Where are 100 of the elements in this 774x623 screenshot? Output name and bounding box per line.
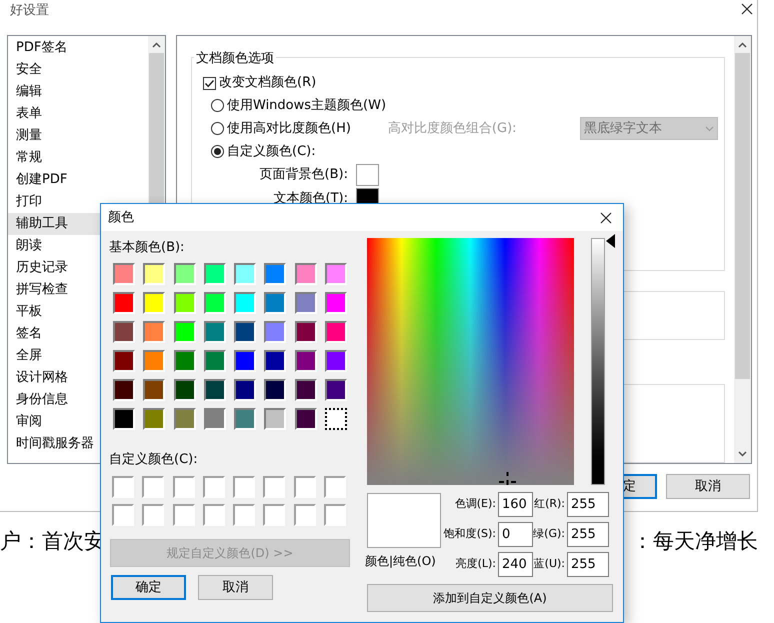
color-swatch[interactable] <box>113 350 135 372</box>
sidebar-item[interactable]: 安全 <box>8 59 148 81</box>
color-swatch[interactable] <box>113 263 135 285</box>
color-swatch[interactable] <box>264 321 286 343</box>
value-field[interactable]: 0 <box>498 522 533 547</box>
color-swatch[interactable] <box>204 321 226 343</box>
color-swatch[interactable] <box>174 379 196 401</box>
color-swatch[interactable] <box>143 379 166 401</box>
color-swatch[interactable] <box>324 379 347 401</box>
value-field[interactable]: 255 <box>567 492 609 517</box>
color-swatch[interactable] <box>264 408 286 430</box>
checkbox[interactable]: 改变文档颜色(R) <box>203 72 724 94</box>
color-swatch[interactable] <box>112 476 134 498</box>
color-swatch[interactable] <box>143 350 166 372</box>
color-swatch[interactable] <box>233 504 255 526</box>
color-swatch[interactable] <box>113 321 135 343</box>
color-swatch[interactable] <box>324 292 347 314</box>
color-swatch[interactable] <box>324 350 347 372</box>
color-swatch[interactable] <box>294 408 316 430</box>
color-swatch[interactable] <box>324 263 347 285</box>
color-swatch[interactable] <box>174 408 196 430</box>
color-swatch[interactable] <box>172 476 194 498</box>
color-swatch[interactable] <box>234 379 256 401</box>
radio-button[interactable]: 使用Windows主题颜色(W) <box>211 96 386 116</box>
value-field[interactable]: 240 <box>498 552 533 577</box>
color-swatch[interactable] <box>324 504 346 526</box>
color-swatch[interactable] <box>174 292 196 314</box>
color-swatch[interactable] <box>142 504 164 526</box>
close-icon[interactable] <box>600 212 612 224</box>
value-field[interactable]: 255 <box>567 522 609 547</box>
color-swatch[interactable] <box>234 350 256 372</box>
luminance-bar[interactable] <box>592 239 604 484</box>
color-swatch[interactable] <box>204 408 226 430</box>
color-swatch[interactable] <box>204 292 226 314</box>
color-swatch[interactable] <box>142 476 164 498</box>
field-label: 高对比度颜色组合(G): <box>388 120 518 138</box>
color-swatch[interactable] <box>143 292 166 314</box>
color-swatch[interactable] <box>263 504 286 526</box>
color-swatch[interactable] <box>294 379 316 401</box>
value-field[interactable]: 160 <box>498 492 533 517</box>
color-swatch[interactable] <box>204 263 226 285</box>
solid-color-label: 颜色|纯色(O) <box>365 553 437 570</box>
color-swatch[interactable] <box>324 321 347 343</box>
color-swatch[interactable] <box>264 350 286 372</box>
sidebar-item[interactable]: 测量 <box>8 125 148 147</box>
color-swatch[interactable] <box>264 379 286 401</box>
field-label: 蓝(U): <box>533 556 566 572</box>
color-swatch[interactable] <box>174 263 196 285</box>
color-swatch[interactable] <box>294 476 316 498</box>
document-text: ：每天净增长 <box>632 528 758 555</box>
close-icon[interactable] <box>741 3 753 15</box>
sidebar-item[interactable]: 表单 <box>8 103 148 125</box>
cancel-button[interactable]: 取消 <box>666 474 750 499</box>
ok-button[interactable]: 确定 <box>111 575 186 600</box>
color-swatch[interactable] <box>143 321 166 343</box>
color-swatch[interactable] <box>294 292 316 314</box>
color-swatch[interactable] <box>113 379 135 401</box>
value-field[interactable]: 255 <box>567 552 609 577</box>
radio-button[interactable]: 使用高对比度颜色(H) <box>211 118 351 138</box>
sidebar-item[interactable]: 创建PDF <box>8 169 148 191</box>
color-swatch[interactable] <box>204 379 226 401</box>
color-swatch[interactable] <box>172 504 194 526</box>
section-label: 自定义颜色(C): <box>109 452 199 468</box>
color-swatch[interactable] <box>113 408 135 430</box>
color-swatch[interactable] <box>234 263 256 285</box>
scroll-up-icon[interactable] <box>738 42 747 48</box>
scroll-down-icon[interactable] <box>738 451 747 457</box>
color-swatch[interactable] <box>264 263 286 285</box>
add-to-custom-colors-button[interactable]: 添加到自定义颜色(A) <box>367 584 613 612</box>
color-swatch[interactable] <box>233 476 255 498</box>
color-swatch[interactable] <box>174 350 196 372</box>
color-swatch[interactable] <box>294 321 316 343</box>
color-swatch[interactable] <box>234 292 256 314</box>
scroll-up-icon[interactable] <box>152 42 161 48</box>
radio-button[interactable]: 自定义颜色(C): <box>211 142 316 162</box>
color-swatch[interactable] <box>174 321 196 343</box>
color-swatch[interactable] <box>204 350 226 372</box>
color-swatch[interactable] <box>202 504 225 526</box>
cancel-button[interactable]: 取消 <box>198 575 273 600</box>
sidebar-item[interactable]: 编辑 <box>8 81 148 103</box>
sidebar-item[interactable]: PDF签名 <box>8 37 148 59</box>
color-swatch[interactable] <box>234 321 256 343</box>
color-swatch[interactable] <box>264 292 286 314</box>
color-swatch[interactable] <box>356 164 379 186</box>
color-swatch[interactable] <box>202 476 225 498</box>
color-swatch[interactable] <box>294 350 316 372</box>
slider-arrow-icon[interactable] <box>606 234 615 248</box>
color-swatch[interactable] <box>113 292 135 314</box>
color-swatch[interactable] <box>234 408 256 430</box>
color-swatch[interactable] <box>324 476 346 498</box>
color-swatch[interactable] <box>143 408 166 430</box>
color-swatch[interactable] <box>294 504 316 526</box>
color-swatch[interactable] <box>324 408 347 430</box>
color-swatch[interactable] <box>112 504 134 526</box>
field-label: 红(R): <box>533 496 566 512</box>
sidebar-item[interactable]: 常规 <box>8 147 148 169</box>
scrollbar[interactable] <box>734 36 751 463</box>
color-swatch[interactable] <box>263 476 286 498</box>
color-swatch[interactable] <box>143 263 166 285</box>
color-swatch[interactable] <box>294 263 316 285</box>
